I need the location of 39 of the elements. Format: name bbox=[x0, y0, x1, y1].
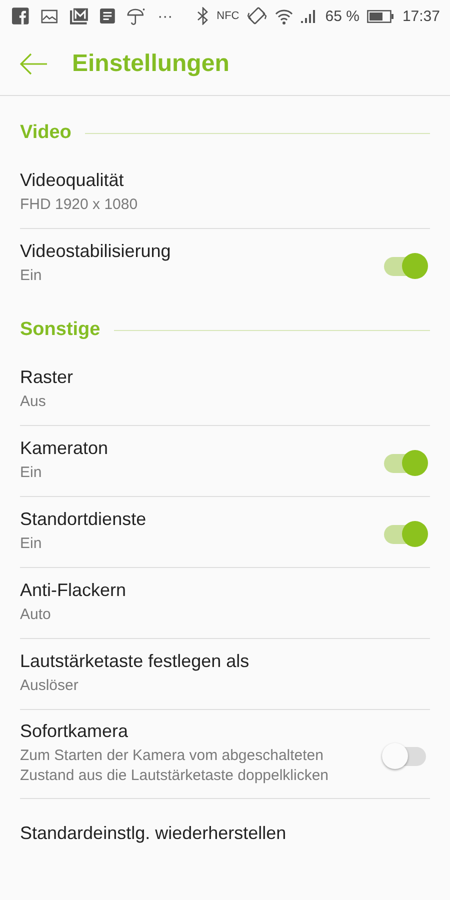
clock: 17:37 bbox=[402, 8, 440, 24]
battery-percent: 65 % bbox=[325, 8, 360, 24]
umbrella-icon bbox=[127, 6, 146, 26]
setting-title[interactable]: Standortdienste bbox=[20, 509, 342, 530]
setting-title[interactable]: Kameraton bbox=[20, 438, 342, 459]
battery-icon bbox=[367, 10, 394, 22]
setting-summary: FHD 1920 x 1080 bbox=[20, 195, 139, 215]
section-header: Sonstige bbox=[20, 319, 100, 341]
setting-title[interactable]: Raster bbox=[20, 367, 430, 388]
nfc-indicator: NFC bbox=[216, 10, 240, 22]
screen-title: Einstellungen bbox=[72, 50, 230, 78]
signal-icon bbox=[301, 9, 318, 23]
setting-summary: Auto bbox=[20, 605, 52, 625]
toggle-switch[interactable] bbox=[382, 520, 428, 544]
setting-summary: Aus bbox=[20, 392, 47, 412]
image-icon bbox=[40, 8, 58, 24]
toggle-switch[interactable] bbox=[382, 448, 428, 472]
mail-icon bbox=[70, 7, 88, 25]
setting-summary: Auslöser bbox=[20, 676, 80, 696]
bluetooth-icon bbox=[196, 7, 209, 25]
setting-title[interactable]: Videoqualität bbox=[20, 170, 430, 191]
setting-title[interactable]: Lautstärketaste festlegen als bbox=[20, 651, 430, 672]
setting-summary: Ein bbox=[20, 463, 43, 483]
setting-summary: Zum Starten der Kamera vom abgeschalteten Zustand aus die Lautstärketaste doppelklicken bbox=[20, 746, 330, 786]
setting-title[interactable]: Videostabilisierung bbox=[20, 241, 342, 262]
more-notifications: ··· bbox=[158, 8, 173, 24]
toggle-switch[interactable] bbox=[382, 742, 428, 766]
section-header: Video bbox=[20, 122, 72, 144]
setting-title[interactable]: Sofortkamera bbox=[20, 721, 342, 742]
setting-summary: Ein bbox=[20, 266, 43, 286]
setting-title[interactable]: Anti-Flackern bbox=[20, 580, 430, 601]
setting-summary: Ein bbox=[20, 534, 43, 554]
back-button[interactable] bbox=[20, 52, 48, 74]
wifi-icon bbox=[275, 8, 294, 24]
facebook-icon bbox=[12, 7, 29, 25]
setting-title[interactable]: Standardeinstlg. wiederherstellen bbox=[20, 823, 430, 844]
toggle-switch[interactable] bbox=[382, 252, 428, 276]
note-icon bbox=[100, 8, 116, 24]
vibrate-icon bbox=[247, 6, 268, 26]
